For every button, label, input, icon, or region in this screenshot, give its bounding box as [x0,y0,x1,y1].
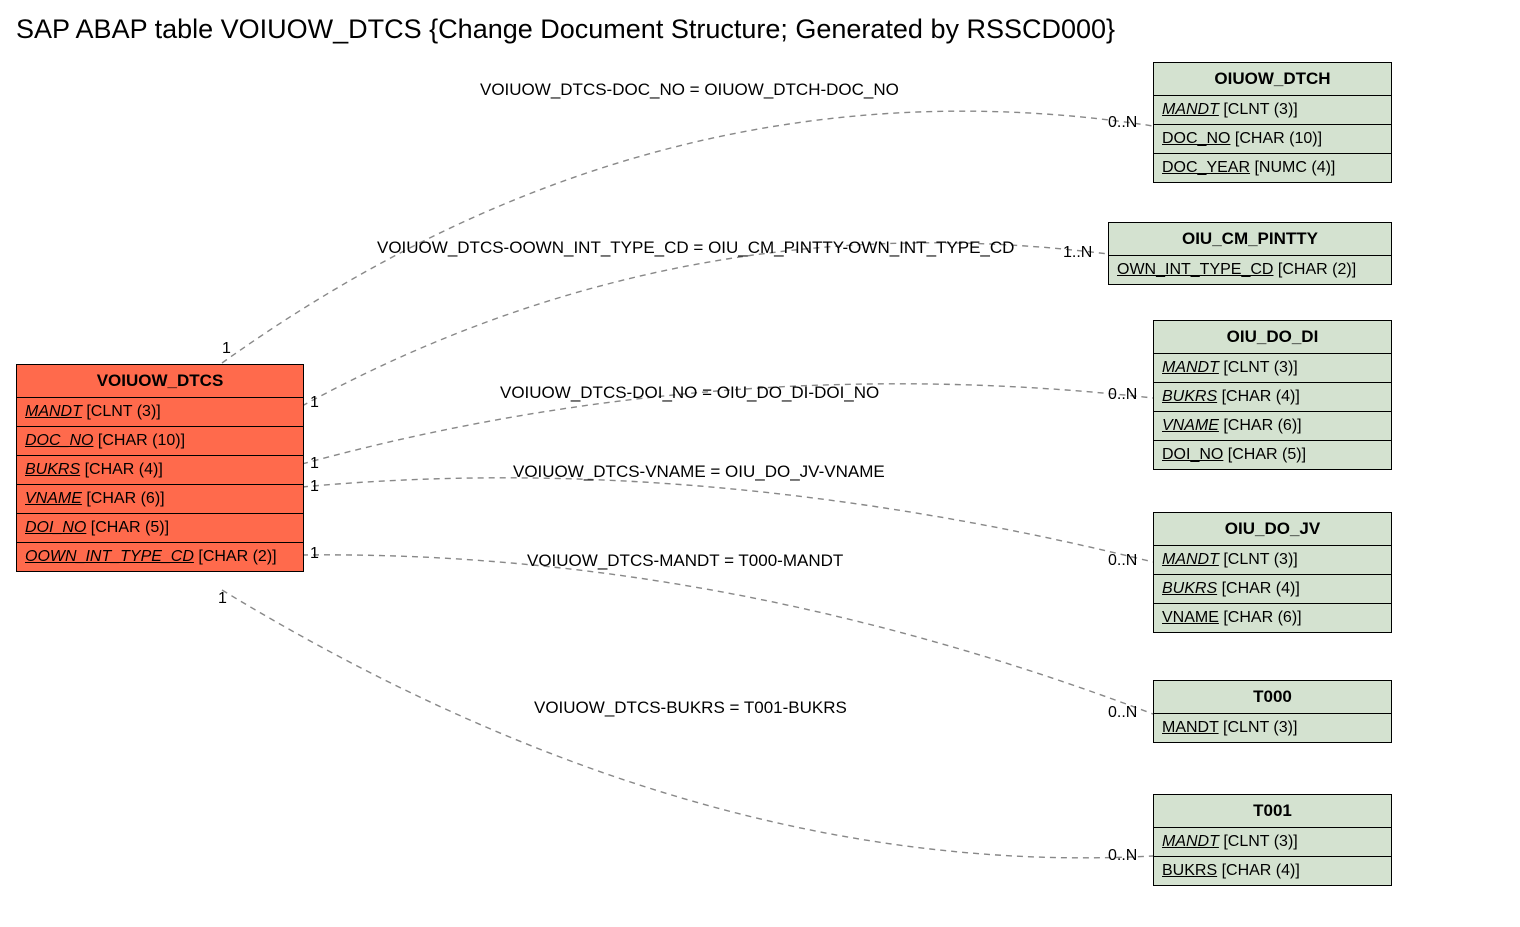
entity-row: OOWN_INT_TYPE_CD [CHAR (2)] [17,543,303,571]
cardinality-right: 0..N [1108,114,1137,132]
entity-row: DOI_NO [CHAR (5)] [17,514,303,543]
relation-label: VOIUOW_DTCS-DOI_NO = OIU_DO_DI-DOI_NO [500,383,879,403]
cardinality-right: 0..N [1108,704,1137,722]
entity-main-header: VOIUOW_DTCS [17,365,303,398]
entity-row: BUKRS [CHAR (4)] [1154,857,1391,885]
entity-header: OIU_DO_DI [1154,321,1391,354]
entity-oiu-do-di: OIU_DO_DI MANDT [CLNT (3)] BUKRS [CHAR (… [1153,320,1392,470]
page-title: SAP ABAP table VOIUOW_DTCS {Change Docum… [16,14,1115,45]
entity-row: MANDT [CLNT (3)] [1154,96,1391,125]
relation-label: VOIUOW_DTCS-MANDT = T000-MANDT [527,551,843,571]
entity-row: VNAME [CHAR (6)] [1154,412,1391,441]
relation-label: VOIUOW_DTCS-BUKRS = T001-BUKRS [534,698,847,718]
entity-row: DOC_NO [CHAR (10)] [1154,125,1391,154]
cardinality-left: 1 [310,394,319,412]
entity-row: BUKRS [CHAR (4)] [1154,575,1391,604]
entity-main: VOIUOW_DTCS MANDT [CLNT (3)] DOC_NO [CHA… [16,364,304,572]
entity-row: OWN_INT_TYPE_CD [CHAR (2)] [1109,256,1391,284]
entity-header: T001 [1154,795,1391,828]
cardinality-left: 1 [310,545,319,563]
entity-row: MANDT [CLNT (3)] [1154,714,1391,742]
entity-header: OIU_DO_JV [1154,513,1391,546]
cardinality-right: 0..N [1108,847,1137,865]
cardinality-left: 1 [310,478,319,496]
entity-row: BUKRS [CHAR (4)] [17,456,303,485]
entity-header: T000 [1154,681,1391,714]
entity-row: MANDT [CLNT (3)] [17,398,303,427]
entity-row: VNAME [CHAR (6)] [1154,604,1391,632]
entity-row: MANDT [CLNT (3)] [1154,546,1391,575]
relation-label: VOIUOW_DTCS-OOWN_INT_TYPE_CD = OIU_CM_PI… [377,238,1014,258]
entity-t000: T000 MANDT [CLNT (3)] [1153,680,1392,743]
entity-row: DOC_NO [CHAR (10)] [17,427,303,456]
entity-oiu-do-jv: OIU_DO_JV MANDT [CLNT (3)] BUKRS [CHAR (… [1153,512,1392,633]
cardinality-left: 1 [310,455,319,473]
entity-t001: T001 MANDT [CLNT (3)] BUKRS [CHAR (4)] [1153,794,1392,886]
entity-row: BUKRS [CHAR (4)] [1154,383,1391,412]
relation-label: VOIUOW_DTCS-VNAME = OIU_DO_JV-VNAME [513,462,885,482]
entity-oiuow-dtch: OIUOW_DTCH MANDT [CLNT (3)] DOC_NO [CHAR… [1153,62,1392,183]
cardinality-right: 1..N [1063,244,1092,262]
cardinality-right: 0..N [1108,552,1137,570]
entity-row: MANDT [CLNT (3)] [1154,828,1391,857]
entity-oiu-cm-pintty: OIU_CM_PINTTY OWN_INT_TYPE_CD [CHAR (2)] [1108,222,1392,285]
entity-row: DOC_YEAR [NUMC (4)] [1154,154,1391,182]
cardinality-left: 1 [218,590,227,608]
cardinality-right: 0..N [1108,386,1137,404]
entity-row: MANDT [CLNT (3)] [1154,354,1391,383]
cardinality-left: 1 [222,340,231,358]
relation-label: VOIUOW_DTCS-DOC_NO = OIUOW_DTCH-DOC_NO [480,80,899,100]
entity-row: VNAME [CHAR (6)] [17,485,303,514]
entity-header: OIUOW_DTCH [1154,63,1391,96]
entity-header: OIU_CM_PINTTY [1109,223,1391,256]
entity-row: DOI_NO [CHAR (5)] [1154,441,1391,469]
